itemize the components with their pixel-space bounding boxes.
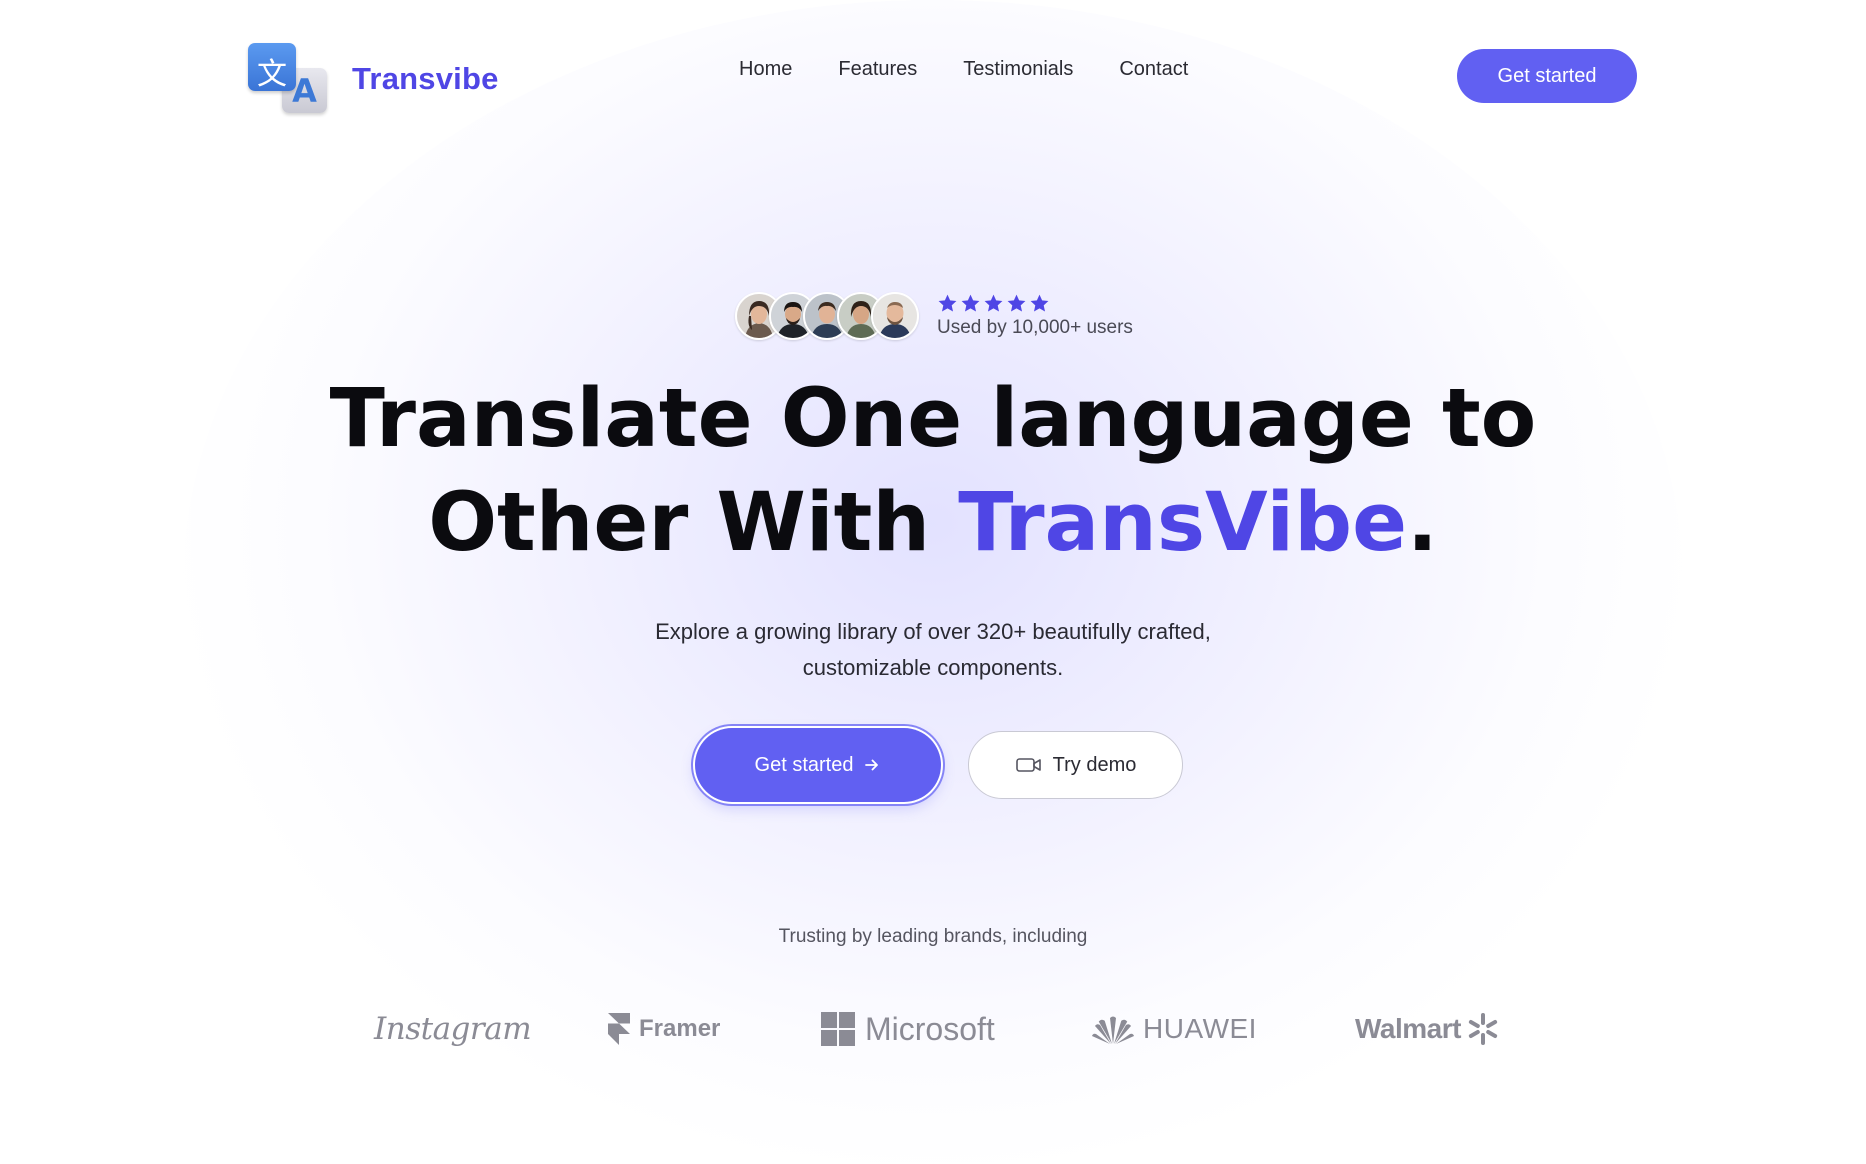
translate-icon: A 文 (246, 42, 332, 116)
star-icon (1030, 294, 1049, 312)
nav-link-contact[interactable]: Contact (1119, 58, 1188, 81)
walmart-spark-icon (1468, 1013, 1498, 1045)
microsoft-icon (821, 1012, 855, 1046)
framer-logo: Framer (607, 1003, 720, 1055)
headline-line-1: Translate One language to (329, 372, 1537, 466)
star-icon (1007, 294, 1026, 312)
try-demo-button[interactable]: Try demo (968, 731, 1183, 799)
navbar: A 文 Transvibe Home Features Testimonials… (0, 0, 1866, 150)
star-icon (961, 294, 980, 312)
microsoft-logo: Microsoft (821, 1003, 995, 1055)
huawei-logo: HUAWEI (1091, 1003, 1257, 1055)
arrow-right-icon (865, 759, 879, 771)
logo-link[interactable]: A 文 Transvibe (246, 42, 499, 116)
framer-icon (608, 1013, 630, 1045)
huawei-icon (1092, 1016, 1134, 1044)
nav-link-home[interactable]: Home (739, 58, 792, 81)
nav-link-testimonials[interactable]: Testimonials (963, 58, 1073, 81)
hero-background-glow (183, 0, 1683, 1164)
instagram-wordmark: Instagram (374, 1011, 532, 1047)
framer-wordmark: Framer (639, 1015, 721, 1042)
rating-stars (937, 293, 1133, 315)
brands-caption: Trusting by leading brands, including (778, 926, 1088, 947)
headline-suffix: . (1407, 476, 1438, 570)
brand-name: Transvibe (352, 61, 499, 96)
social-proof: Used by 10,000+ users (735, 292, 1133, 340)
microsoft-wordmark: Microsoft (865, 1010, 995, 1047)
nav-get-started-button[interactable]: Get started (1457, 49, 1637, 103)
star-icon (938, 294, 957, 312)
try-demo-label: Try demo (1052, 753, 1137, 776)
nav-links: Home Features Testimonials Contact (739, 58, 1234, 81)
instagram-logo: Instagram (374, 1003, 532, 1055)
hero-headline: Translate One language to Other With Tra… (0, 367, 1866, 575)
headline-accent: TransVibe (958, 476, 1408, 570)
hero-get-started-label: Get started (754, 753, 854, 776)
user-count-label: Used by 10,000+ users (937, 317, 1133, 338)
hero-subtitle: Explore a growing library of over 320+ b… (0, 614, 1866, 686)
headline-line-2-prefix: Other With (428, 476, 959, 570)
subtitle-line-1: Explore a growing library of over 320+ b… (655, 619, 1211, 644)
user-avatars (735, 292, 919, 340)
star-icon (984, 294, 1003, 312)
huawei-wordmark: HUAWEI (1143, 1013, 1257, 1044)
nav-link-features[interactable]: Features (838, 58, 917, 81)
avatar (871, 292, 919, 340)
subtitle-line-2: customizable components. (802, 655, 1064, 680)
walmart-logo: Walmart (1355, 1003, 1501, 1055)
hero-get-started-button[interactable]: Get started (695, 728, 941, 802)
video-camera-icon (1015, 758, 1041, 772)
walmart-wordmark: Walmart (1355, 1013, 1461, 1044)
